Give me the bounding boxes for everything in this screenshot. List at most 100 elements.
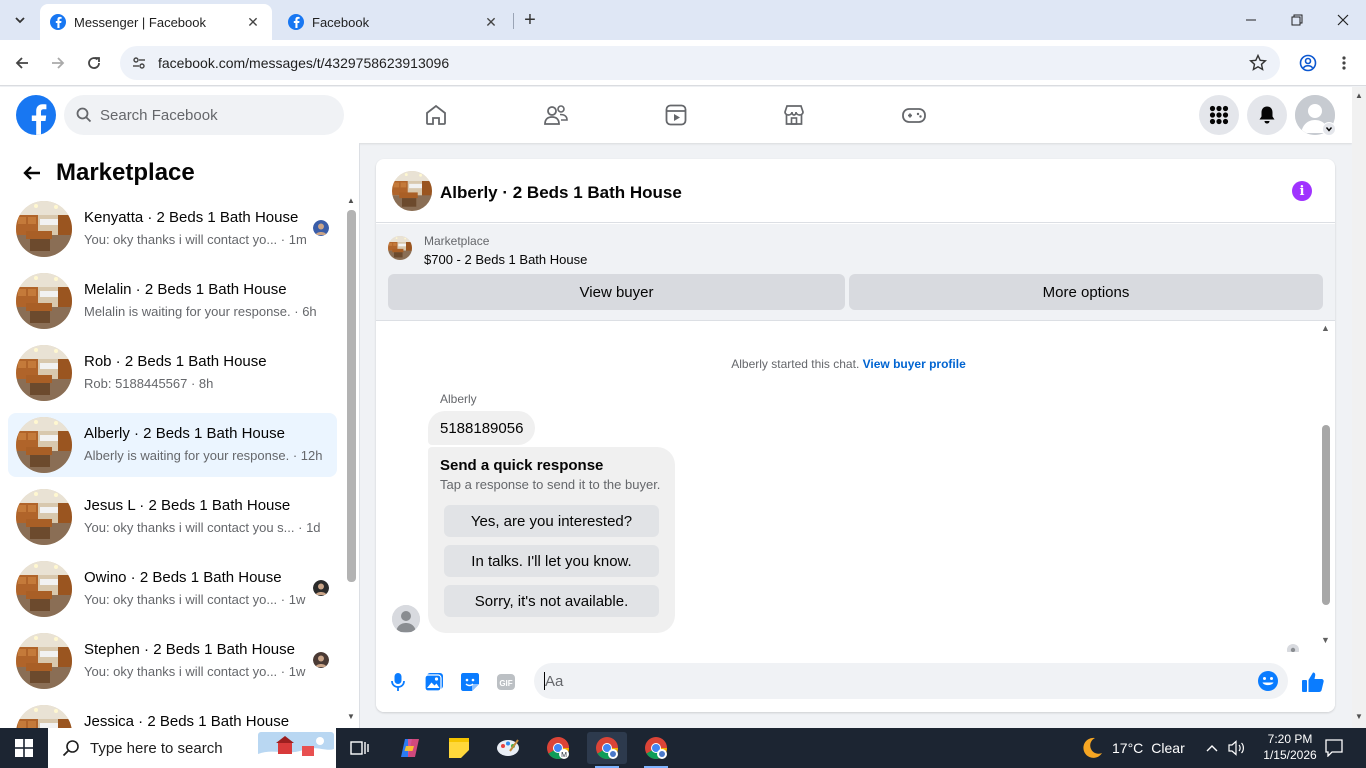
scroll-up-icon[interactable]: ▲: [1321, 323, 1330, 333]
conversation-preview: Melalin is waiting for your response. · …: [84, 304, 317, 319]
conversation-item[interactable]: Owino · 2 Beds 1 Bath House You: oky than…: [8, 557, 337, 621]
facebook-favicon-icon: [50, 14, 66, 30]
quick-response-option[interactable]: Sorry, it's not available.: [444, 585, 659, 617]
scroll-down-icon[interactable]: ▼: [347, 712, 355, 721]
sidebar-scrollbar[interactable]: ▲ ▼: [346, 196, 356, 721]
conversation-preview: You: oky thanks i will contact you s... …: [84, 520, 321, 535]
sticky-notes-app[interactable]: [439, 732, 479, 764]
search-highlight-illustration-icon: [258, 732, 334, 764]
notifications-button[interactable]: [1247, 95, 1287, 135]
browser-tab-facebook[interactable]: Facebook ✕: [278, 4, 510, 40]
conversation-item[interactable]: Melalin · 2 Beds 1 Bath House Melalin is …: [8, 269, 337, 333]
tab-search-button[interactable]: [6, 6, 34, 34]
emoji-icon[interactable]: [1256, 669, 1280, 693]
conversation-name: Alberly · 2 Beds 1 Bath House: [84, 425, 285, 442]
listing-thumbnail[interactable]: [388, 236, 412, 260]
site-info-icon[interactable]: [128, 52, 150, 74]
paint-app[interactable]: [488, 732, 528, 764]
message-bubble[interactable]: 5188189056: [428, 411, 536, 445]
new-tab-button[interactable]: +: [518, 8, 542, 32]
sidebar-back-button[interactable]: [16, 157, 48, 189]
profile-button[interactable]: [1294, 49, 1322, 77]
home-nav-button[interactable]: [420, 99, 452, 131]
conversation-name: Kenyatta · 2 Beds 1 Bath House: [84, 209, 299, 226]
conversation-item[interactable]: Stephen · 2 Beds 1 Bath House You: oky th…: [8, 629, 337, 693]
listing-price-title[interactable]: $700 - 2 Beds 1 Bath House: [424, 252, 587, 267]
listing-banner: Marketplace $700 - 2 Beds 1 Bath House V…: [376, 224, 1335, 321]
close-tab-icon[interactable]: ✕: [244, 13, 262, 31]
scroll-thumb[interactable]: [1322, 425, 1330, 605]
conversation-item[interactable]: Kenyatta · 2 Beds 1 Bath House You: oky t…: [8, 197, 337, 261]
account-chevron-icon[interactable]: [1322, 122, 1336, 136]
watch-nav-button[interactable]: [660, 99, 692, 131]
marketplace-sidebar: Marketplace Kenyatta · 2 Beds 1 Bath Hou…: [0, 143, 360, 728]
copilot-app[interactable]: [390, 732, 430, 764]
page-scrollbar[interactable]: ▲ ▼: [1352, 87, 1366, 728]
notification-center-button[interactable]: [1318, 728, 1350, 768]
bell-icon: [1259, 106, 1275, 124]
facebook-search-input[interactable]: Search Facebook: [64, 95, 344, 135]
conversation-name: Stephen · 2 Beds 1 Bath House: [84, 641, 295, 658]
forward-button[interactable]: [44, 49, 72, 77]
close-tab-icon[interactable]: ✕: [482, 13, 500, 31]
browser-menu-button[interactable]: [1330, 49, 1358, 77]
message-input[interactable]: Aa: [534, 663, 1288, 699]
reload-button[interactable]: [80, 49, 108, 77]
info-icon[interactable]: i: [1292, 181, 1312, 201]
back-button[interactable]: [8, 49, 36, 77]
menu-button[interactable]: [1199, 95, 1239, 135]
like-button[interactable]: [1301, 670, 1325, 694]
marketplace-nav-button[interactable]: [778, 99, 810, 131]
gaming-nav-button[interactable]: [898, 99, 930, 131]
conversation-name: Melalin · 2 Beds 1 Bath House: [84, 281, 287, 298]
windows-taskbar: Type here to search M 17°C Clear 7:20 PM…: [0, 728, 1366, 768]
chevron-up-icon: [1206, 745, 1218, 752]
scroll-thumb[interactable]: [347, 210, 356, 582]
reload-icon: [88, 57, 100, 69]
close-window-button[interactable]: [1320, 0, 1366, 40]
video-icon: [665, 104, 687, 126]
view-buyer-profile-link[interactable]: View buyer profile: [863, 357, 966, 371]
listing-thumbnail: [16, 345, 72, 401]
chrome-app-profile-2[interactable]: [587, 732, 627, 768]
listing-source: Marketplace: [424, 234, 490, 248]
scroll-down-icon[interactable]: ▼: [1321, 635, 1330, 645]
weather-widget[interactable]: 17°C Clear: [1080, 728, 1185, 768]
quick-response-option[interactable]: Yes, are you interested?: [444, 505, 659, 537]
show-hidden-icons-button[interactable]: [1202, 728, 1222, 768]
facebook-logo-icon[interactable]: [16, 95, 56, 135]
quick-response-title: Send a quick response: [440, 457, 604, 474]
attach-media-button[interactable]: [422, 670, 446, 694]
sender-avatar[interactable]: [392, 605, 420, 633]
start-button[interactable]: [0, 728, 48, 768]
chrome-app-profile-3[interactable]: [636, 732, 676, 768]
sticker-button[interactable]: [458, 670, 482, 694]
clock-date: 1/15/2026: [1263, 748, 1317, 762]
system-message: Alberly started this chat. View buyer pr…: [376, 357, 1321, 371]
participant-mini-avatar: [313, 580, 329, 596]
conversation-item[interactable]: Rob · 2 Beds 1 Bath House Rob: 5188445567…: [8, 341, 337, 405]
minimize-button[interactable]: [1228, 0, 1274, 40]
scroll-up-icon[interactable]: ▲: [347, 196, 355, 205]
more-options-button[interactable]: More options: [849, 274, 1323, 310]
gif-button[interactable]: GIF: [494, 670, 518, 694]
view-buyer-button[interactable]: View buyer: [388, 274, 845, 310]
address-bar[interactable]: facebook.com/messages/t/4329758623913096: [120, 46, 1280, 80]
thread-scrollbar[interactable]: ▲ ▼: [1320, 322, 1332, 652]
conversation-item[interactable]: Jessica · 2 Beds 1 Bath House: [8, 701, 337, 728]
browser-tab-messenger[interactable]: Messenger | Facebook ✕: [40, 4, 272, 40]
voice-clip-button[interactable]: [386, 670, 410, 694]
taskbar-search-box[interactable]: Type here to search: [48, 728, 336, 768]
restore-button[interactable]: [1274, 0, 1320, 40]
volume-button[interactable]: [1226, 728, 1248, 768]
task-view-button[interactable]: [340, 732, 380, 764]
friends-nav-button[interactable]: [540, 99, 572, 131]
system-clock[interactable]: 7:20 PM 1/15/2026: [1254, 731, 1326, 763]
quick-response-option[interactable]: In talks. I'll let you know.: [444, 545, 659, 577]
chat-title[interactable]: Alberly · 2 Beds 1 Bath House: [440, 183, 682, 203]
bookmark-star-icon[interactable]: [1246, 51, 1270, 75]
chrome-app-profile-1[interactable]: M: [538, 732, 578, 764]
listing-avatar[interactable]: [392, 171, 432, 211]
conversation-item[interactable]: Alberly · 2 Beds 1 Bath House Alberly is …: [8, 413, 337, 477]
conversation-item[interactable]: Jesus L · 2 Beds 1 Bath House You: oky th…: [8, 485, 337, 549]
